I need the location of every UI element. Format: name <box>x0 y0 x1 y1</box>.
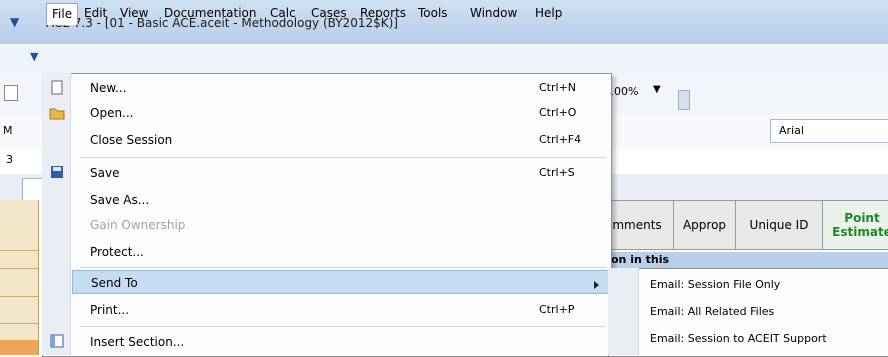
menu-item-gain-ownership: Gain Ownership <box>74 213 608 237</box>
menu-item-print-shortcut: Ctrl+P <box>539 303 575 316</box>
menu-item-open-label: Open... <box>90 106 134 120</box>
selected-row-text: on in this <box>611 253 670 266</box>
menu-item-save[interactable]: Save Ctrl+S <box>74 161 608 185</box>
menu-separator <box>80 267 606 268</box>
menu-item-save-as[interactable]: Save As... <box>74 188 608 212</box>
send-to-submenu-icon-column <box>608 268 639 355</box>
menu-item-protect[interactable]: Protect... <box>74 240 608 264</box>
new-icon <box>49 80 65 96</box>
row-number: 3 <box>6 153 13 166</box>
menu-item-close-session-label: Close Session <box>90 133 173 147</box>
submenu-item-email-session-file[interactable]: Email: Session File Only <box>650 278 780 291</box>
font-name: Arial <box>779 124 804 137</box>
menu-item-open-shortcut: Ctrl+O <box>539 106 577 119</box>
save-icon <box>49 165 65 181</box>
font-selector[interactable]: Arial <box>770 119 888 143</box>
menu-file[interactable]: File <box>46 3 79 25</box>
column-header-point-estimate[interactable]: Point Estimate <box>822 200 888 250</box>
menu-item-new-label: New... <box>90 81 127 95</box>
gutter-line <box>0 296 38 297</box>
menu-cases[interactable]: Cases <box>311 6 347 20</box>
submenu-arrow-icon <box>594 281 599 289</box>
menu-item-open[interactable]: Open... Ctrl+O <box>74 101 608 125</box>
column-header-approp[interactable]: Approp <box>673 200 736 250</box>
menu-item-print-label: Print... <box>90 303 130 317</box>
menu-item-new-shortcut: Ctrl+N <box>539 81 577 94</box>
menu-item-save-shortcut: Ctrl+S <box>539 166 575 179</box>
menu-bar <box>0 44 888 73</box>
sheet-tab[interactable] <box>22 178 44 201</box>
menu-edit[interactable]: Edit <box>84 6 107 20</box>
folder-icon <box>49 106 65 122</box>
submenu-item-email-support[interactable]: Email: Session to ACEIT Support <box>650 332 827 345</box>
column-header-unique-id[interactable]: Unique ID <box>735 200 823 250</box>
gutter-line <box>0 268 38 269</box>
menu-tools[interactable]: Tools <box>418 6 448 20</box>
menu-separator <box>80 326 606 327</box>
menu-item-close-session-shortcut: Ctrl+F4 <box>539 133 582 146</box>
menu-item-gain-ownership-label: Gain Ownership <box>90 218 186 232</box>
style-fragment: M <box>3 124 13 137</box>
submenu-item-email-all-files[interactable]: Email: All Related Files <box>650 305 774 318</box>
menu-item-close-session[interactable]: Close Session Ctrl+F4 <box>74 128 608 152</box>
menu-help[interactable]: Help <box>535 6 562 20</box>
gutter-line <box>0 323 38 324</box>
menu-item-protect-label: Protect... <box>90 245 144 259</box>
menu-separator <box>80 157 606 158</box>
active-row-marker <box>0 340 38 355</box>
new-file-icon[interactable] <box>4 85 18 101</box>
menu-item-insert-section-label: Insert Section... <box>90 335 185 349</box>
menu-item-send-to[interactable]: Send To <box>72 270 610 294</box>
menu-reports[interactable]: Reports <box>360 6 406 20</box>
gutter-line <box>0 250 38 251</box>
menu-item-save-as-label: Save As... <box>90 193 150 207</box>
menu-item-send-to-label: Send To <box>91 276 138 290</box>
insert-section-icon <box>49 334 65 350</box>
app-menu-icon[interactable]: ▼ <box>10 15 19 29</box>
menu-item-save-label: Save <box>90 166 120 180</box>
menu-view[interactable]: View <box>120 6 148 20</box>
row-gutter <box>0 200 39 355</box>
menu-calc[interactable]: Calc <box>270 6 296 20</box>
menu-documentation[interactable]: Documentation <box>164 6 257 20</box>
menu-item-print[interactable]: Print... Ctrl+P <box>74 298 608 322</box>
menu-item-new[interactable]: New... Ctrl+N <box>74 76 608 100</box>
doc-menu-icon[interactable]: ▼ <box>30 50 38 63</box>
menu-window[interactable]: Window <box>470 6 517 20</box>
zoom-scroll-button[interactable] <box>678 90 690 110</box>
menu-item-insert-section[interactable]: Insert Section... <box>74 330 608 354</box>
zoom-dropdown-icon[interactable]: ▼ <box>653 84 661 95</box>
